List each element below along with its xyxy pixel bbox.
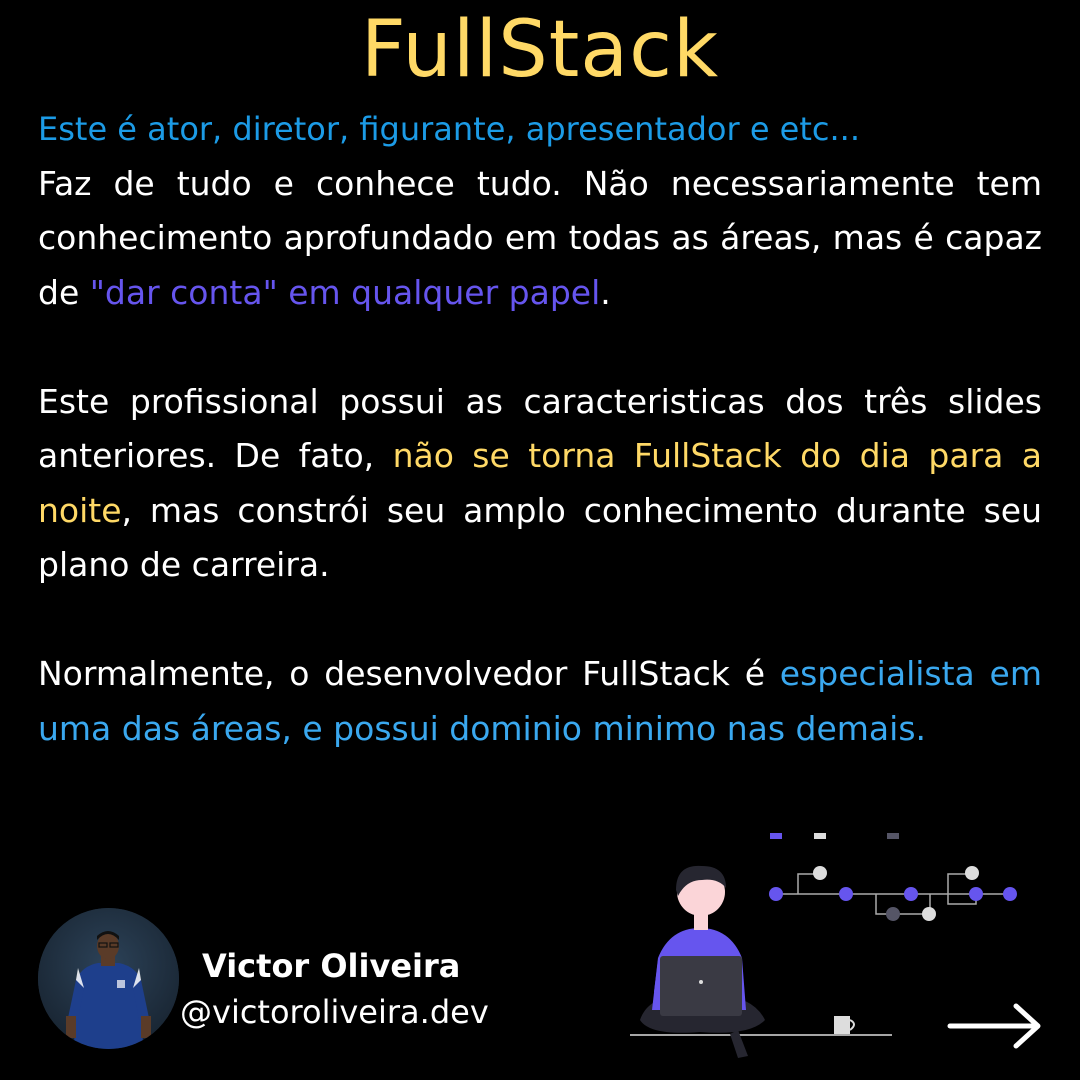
arrow-right-icon[interactable] (944, 1000, 1044, 1052)
deco-bar (770, 833, 782, 839)
slide-content: Este é ator, diretor, figurante, apresen… (38, 102, 1042, 756)
paragraph-1: Faz de tudo e conhece tudo. Não necessar… (38, 157, 1042, 321)
paragraph-2: Este profissional possui as caracteristi… (38, 375, 1042, 593)
paragraph-3-text: Normalmente, o desenvolvedor FullStack é (38, 654, 780, 693)
paragraph-3: Normalmente, o desenvolvedor FullStack é… (38, 647, 1042, 756)
paragraph-1-highlight: "dar conta" em qualquer papel (89, 272, 601, 312)
profile-photo-icon (38, 908, 179, 1049)
lead-line: Este é ator, diretor, figurante, apresen… (38, 110, 861, 148)
deco-bar (887, 833, 899, 839)
page-title: FullStack (360, 5, 720, 95)
deco-bar (814, 833, 826, 839)
author-handle: @victoroliveira.dev (180, 993, 489, 1031)
author-name: Victor Oliveira (202, 947, 461, 985)
paragraph-2-end: , mas constrói seu amplo conhecimento du… (38, 490, 1042, 585)
avatar (38, 908, 179, 1049)
paragraph-1-end: . (600, 272, 611, 312)
